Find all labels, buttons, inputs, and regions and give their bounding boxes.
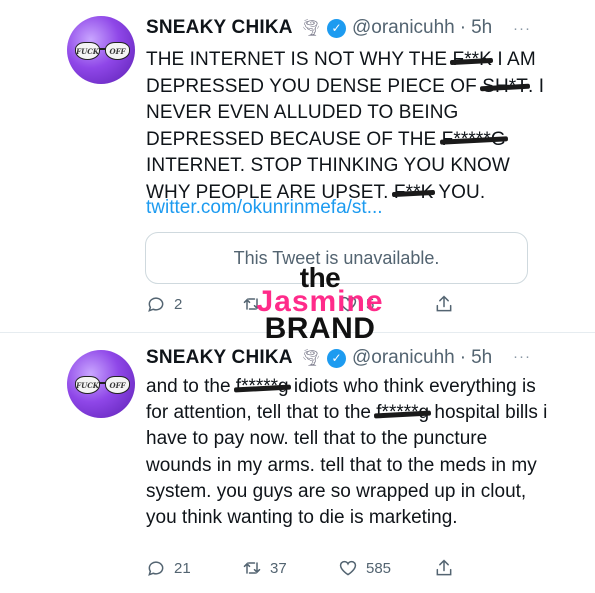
share-button[interactable]	[434, 294, 454, 314]
verified-badge-icon: ✓	[327, 348, 346, 368]
tweet-1[interactable]: FUCK OFF SNEAKY CHIKA 🌪 ✓ @oranicuhh · 5…	[0, 0, 595, 333]
reply-button[interactable]: 2	[146, 294, 242, 314]
retweet-count: 37	[270, 559, 287, 577]
verified-badge-icon: ✓	[327, 18, 346, 38]
redacted-word: F*****G	[442, 127, 506, 154]
unavailable-message: This Tweet is unavailable.	[233, 247, 440, 268]
like-button[interactable]: 585	[338, 558, 434, 578]
more-options-icon[interactable]: ···	[513, 20, 531, 37]
like-count: 585	[366, 559, 392, 577]
display-name[interactable]: SNEAKY CHIKA	[146, 347, 293, 369]
retweet-button[interactable]: 37	[242, 558, 338, 578]
tweet-header: SNEAKY CHIKA 🌪 ✓ @oranicuhh · 5h	[146, 346, 492, 370]
reply-icon	[148, 561, 164, 576]
sunglasses-graphic: FUCK OFF	[75, 376, 131, 396]
handle[interactable]: @oranicuhh	[352, 347, 455, 369]
more-options-icon[interactable]: ···	[513, 348, 531, 365]
timestamp[interactable]: 5h	[471, 17, 492, 39]
tweet-text: and to the f*****g idiots who think ever…	[146, 374, 548, 529]
like-button[interactable]: 5	[338, 294, 434, 314]
reply-button[interactable]: 21	[146, 558, 242, 578]
reply-count: 2	[174, 295, 183, 313]
separator: ·	[459, 347, 467, 368]
redacted-word: F**K	[394, 180, 433, 207]
tweet-header: SNEAKY CHIKA 🌪 ✓ @oranicuhh · 5h	[146, 16, 492, 40]
avatar[interactable]: FUCK OFF	[67, 16, 135, 84]
tweet-2[interactable]: FUCK OFF SNEAKY CHIKA 🌪 ✓ @oranicuhh · 5…	[0, 334, 595, 593]
quoted-tweet-card[interactable]: This Tweet is unavailable.	[145, 232, 528, 284]
share-button[interactable]	[434, 558, 454, 578]
tweet-link[interactable]: twitter.com/okunrinmefa/st...	[146, 197, 383, 219]
timestamp[interactable]: 5h	[471, 347, 492, 369]
retweet-icon	[243, 298, 261, 310]
redacted-word: f*****g	[376, 400, 429, 426]
tweet-text: THE INTERNET IS NOT WHY THE F**K I AM DE…	[146, 47, 546, 206]
tornado-emoji-icon: 🌪	[300, 350, 321, 367]
heart-icon	[339, 296, 357, 312]
like-count: 5	[366, 295, 375, 313]
retweet-button[interactable]	[242, 294, 338, 314]
retweet-icon	[243, 562, 261, 574]
tweet-actions: 21 37 585	[146, 558, 454, 578]
share-icon	[436, 295, 452, 312]
handle[interactable]: @oranicuhh	[352, 17, 455, 39]
sunglasses-graphic: FUCK OFF	[75, 42, 131, 62]
redacted-word: f*****g	[236, 374, 289, 400]
tornado-emoji-icon: 🌪	[300, 20, 321, 37]
redacted-word: F**K	[452, 47, 491, 74]
share-icon	[436, 559, 452, 576]
reply-count: 21	[174, 559, 191, 577]
separator: ·	[459, 17, 467, 38]
tweet-actions: 2 5	[146, 294, 454, 314]
redacted-word: SH*T	[482, 74, 528, 101]
heart-icon	[339, 560, 357, 576]
reply-icon	[148, 297, 164, 312]
avatar[interactable]: FUCK OFF	[67, 350, 135, 418]
display-name[interactable]: SNEAKY CHIKA	[146, 17, 293, 39]
